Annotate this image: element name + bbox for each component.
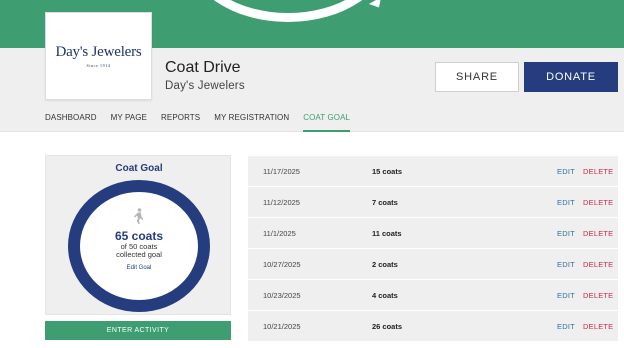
edit-link[interactable]: EDIT <box>557 260 575 269</box>
logo-tagline: Since 1914 <box>86 63 111 68</box>
goal-title: Coat Goal <box>115 163 163 174</box>
enter-activity-button[interactable]: ENTER ACTIVITY <box>45 321 231 340</box>
edit-goal-link[interactable]: Edit Goal <box>127 265 152 271</box>
activity-row: 11/1/2025 11 coats EDIT DELETE <box>248 218 618 249</box>
delete-link[interactable]: DELETE <box>583 260 613 269</box>
nav-item-dashboard[interactable]: DASHBOARD <box>45 112 97 132</box>
activity-row: 10/23/2025 4 coats EDIT DELETE <box>248 280 618 311</box>
nav-item-my-page[interactable]: MY PAGE <box>111 112 147 132</box>
activity-date: 10/23/2025 <box>263 291 301 300</box>
activity-list: 11/17/2025 15 coats EDIT DELETE 11/12/20… <box>248 156 618 342</box>
goal-card: Coat Goal 65 coats of 50 coats collected… <box>45 155 231 315</box>
activity-row: 10/21/2025 26 coats EDIT DELETE <box>248 311 618 342</box>
walking-person-icon <box>134 208 144 224</box>
activity-amount: 4 coats <box>372 291 398 300</box>
activity-amount: 7 coats <box>372 198 398 207</box>
page-subtitle: Day's Jewelers <box>165 80 245 92</box>
page-title: Coat Drive <box>165 59 241 76</box>
edit-link[interactable]: EDIT <box>557 167 575 176</box>
edit-link[interactable]: EDIT <box>557 229 575 238</box>
activity-row: 10/27/2025 2 coats EDIT DELETE <box>248 249 618 280</box>
activity-date: 10/27/2025 <box>263 260 301 269</box>
edit-link[interactable]: EDIT <box>557 198 575 207</box>
main-nav: DASHBOARD MY PAGE REPORTS MY REGISTRATIO… <box>45 112 364 132</box>
nav-item-reports[interactable]: REPORTS <box>161 112 200 132</box>
goal-target-line-2: collected goal <box>116 250 162 259</box>
nav-item-my-registration[interactable]: MY REGISTRATION <box>214 112 289 132</box>
activity-row: 11/12/2025 7 coats EDIT DELETE <box>248 187 618 218</box>
activity-amount: 11 coats <box>372 229 402 238</box>
delete-link[interactable]: DELETE <box>583 198 613 207</box>
activity-row: 11/17/2025 15 coats EDIT DELETE <box>248 156 618 187</box>
arrowhead-icon <box>368 0 386 11</box>
nav-item-coat-goal[interactable]: COAT GOAL <box>303 112 351 132</box>
activity-amount: 15 coats <box>372 167 403 176</box>
activity-amount: 26 coats <box>372 322 403 331</box>
delete-link[interactable]: DELETE <box>583 322 613 331</box>
logo-text: Day's Jewelers <box>55 44 142 60</box>
donate-button[interactable]: DONATE <box>524 62 618 92</box>
activity-date: 11/1/2025 <box>263 229 296 238</box>
delete-link[interactable]: DELETE <box>583 291 613 300</box>
edit-link[interactable]: EDIT <box>557 291 575 300</box>
organization-logo: Day's Jewelers Since 1914 <box>45 12 152 100</box>
edit-link[interactable]: EDIT <box>557 322 575 331</box>
activity-date: 11/17/2025 <box>263 167 300 176</box>
goal-progress-ring: 65 coats of 50 coats collected goal Edit… <box>68 180 210 312</box>
activity-date: 10/21/2025 <box>263 322 301 331</box>
activity-date: 11/12/2025 <box>263 198 300 207</box>
delete-link[interactable]: DELETE <box>583 167 613 176</box>
activity-amount: 2 coats <box>372 260 398 269</box>
goal-count: 65 coats <box>114 229 164 243</box>
circular-arrow-icon <box>186 0 390 22</box>
share-button[interactable]: SHARE <box>435 62 519 92</box>
delete-link[interactable]: DELETE <box>583 229 613 238</box>
